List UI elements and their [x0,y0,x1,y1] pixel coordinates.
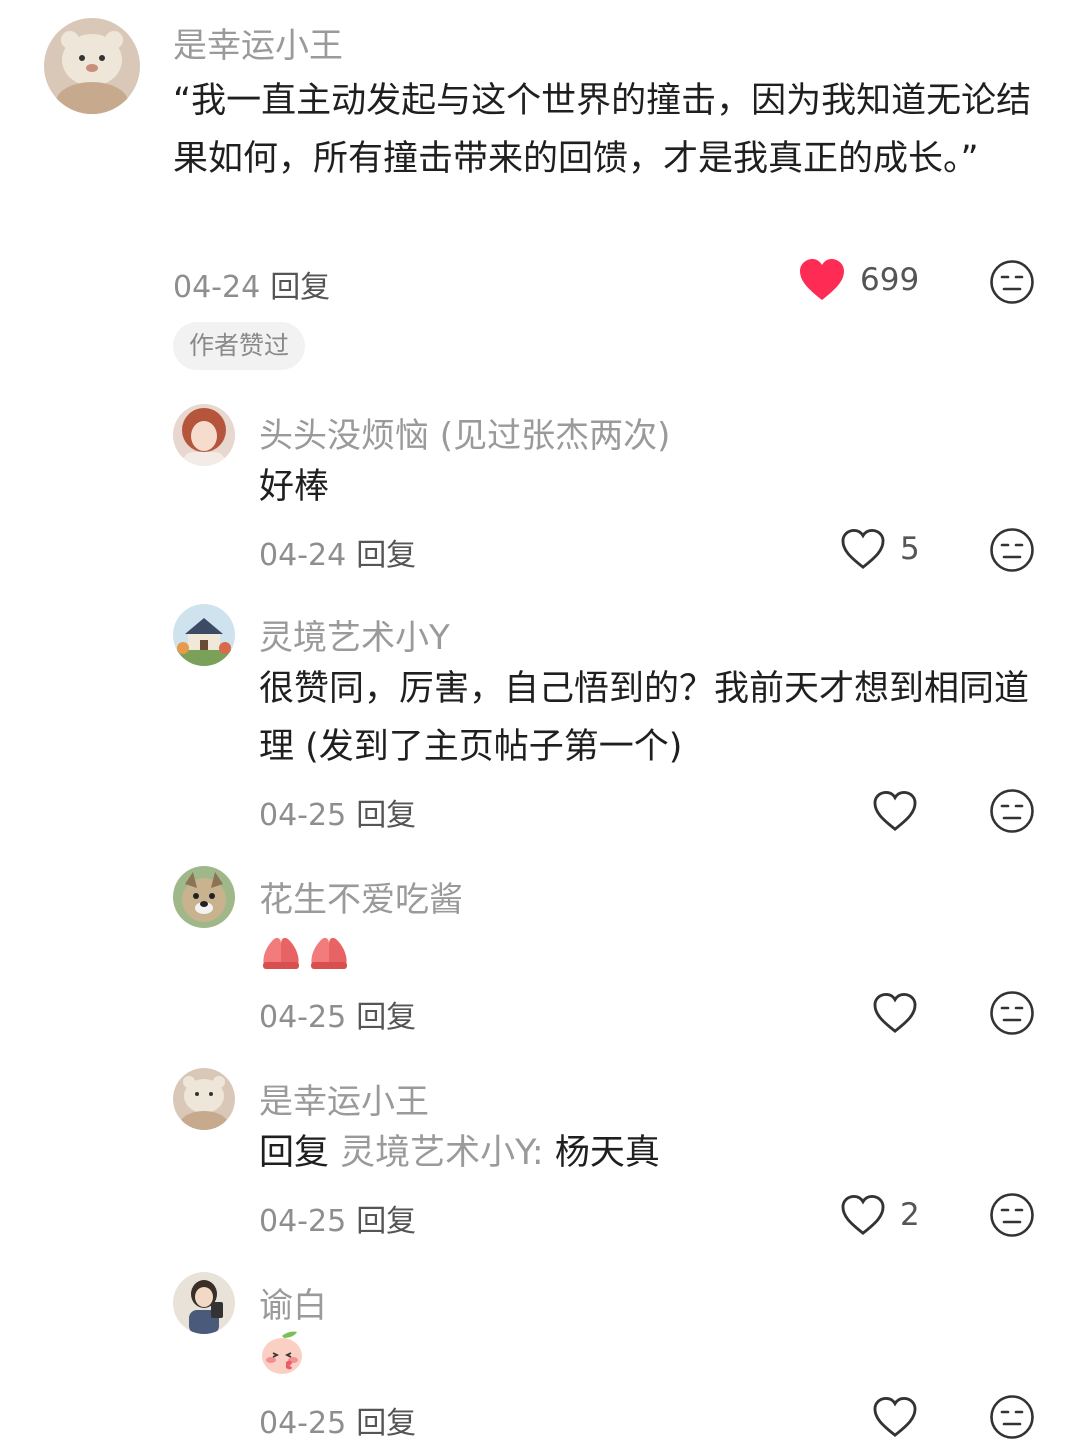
comment-meta: 04-25 回复 [259,790,416,834]
blushing-peach-emoji [259,1328,305,1380]
comment-meta: 04-25 回复 [259,1196,416,1240]
comment-text: 回复 灵境艺术小Y: 杨天真 [259,1124,1039,1182]
reply-item: 花生不爱吃酱 04-25 回复 [0,866,1080,1056]
username[interactable]: 灵境艺术小Y [259,610,450,659]
like-count: 699 [860,262,920,298]
comment-text: “我一直主动发起与这个世界的撞击，因为我知道无论结果如何，所有撞击带来的回馈，才… [173,81,1032,179]
comment-main: 是幸运小王 “我一直主动发起与这个世界的撞击，因为我知道无论结果如何，所有撞击带… [0,0,1080,380]
author-liked-badge: 作者赞过 [173,322,306,370]
comment-date: 04-24 [259,538,347,573]
reply-button[interactable]: 回复 [356,1204,416,1239]
heart-outline-icon [841,1194,885,1235]
like-button[interactable]: 2 [840,1194,920,1236]
reply-button[interactable]: 回复 [356,1406,416,1441]
like-count: 2 [900,1197,920,1233]
comment-meta: 04-24 回复 [173,262,330,306]
praying-hands-emoji [259,930,357,974]
username[interactable]: 是幸运小王 [173,18,343,67]
like-button[interactable]: 699 [798,258,919,302]
dislike-face-icon[interactable] [989,1192,1035,1238]
avatar[interactable] [173,1272,235,1334]
comment-meta: 04-24 回复 [259,530,416,574]
like-button[interactable] [872,1396,932,1438]
comment-date: 04-25 [259,1000,347,1035]
reply-prefix: 回复 [259,1133,330,1173]
reply-button[interactable]: 回复 [270,270,330,305]
dislike-face-icon[interactable] [989,990,1035,1036]
comment-date: 04-25 [259,1406,347,1441]
avatar[interactable] [173,404,235,466]
reply-text: 杨天真 [554,1133,660,1173]
avatar[interactable] [173,604,235,666]
avatar[interactable] [44,18,140,114]
avatar[interactable] [173,1068,235,1130]
avatar[interactable] [173,866,235,928]
heart-outline-icon [873,992,917,1033]
heart-outline-icon [873,1396,917,1437]
reply-button[interactable]: 回复 [356,798,416,833]
username[interactable]: 头头没烦恼 (见过张杰两次) [259,408,670,457]
username[interactable]: 花生不爱吃酱 [259,872,463,921]
heart-filled-icon [800,259,844,300]
reply-button[interactable]: 回复 [356,538,416,573]
comment-meta: 04-25 回复 [259,1398,416,1442]
heart-outline-icon [841,528,885,569]
reply-item: 是幸运小王 回复 灵境艺术小Y: 杨天真 04-25 回复 2 [0,1068,1080,1258]
comment-date: 04-24 [173,270,261,305]
dislike-face-icon[interactable] [989,788,1035,834]
reply-button[interactable]: 回复 [356,1000,416,1035]
like-button[interactable] [872,790,932,832]
like-button[interactable] [872,992,932,1034]
comment-text: 很赞同，厉害，自己悟到的？我前天才想到相同道理 (发到了主页帖子第一个) [259,669,1030,767]
comment-text: 好棒 [259,467,330,507]
reply-item: 头头没烦恼 (见过张杰两次) 好棒 04-24 回复 5 [0,400,1080,590]
reply-item: 灵境艺术小Y 很赞同，厉害，自己悟到的？我前天才想到相同道理 (发到了主页帖子第… [0,604,1080,854]
like-button[interactable]: 5 [840,528,920,570]
dislike-face-icon[interactable] [989,259,1035,305]
reply-target-user[interactable]: 灵境艺术小Y: [340,1133,544,1173]
username[interactable]: 是幸运小王 [259,1074,429,1123]
comment-meta: 04-25 回复 [259,992,416,1036]
dislike-face-icon[interactable] [989,527,1035,573]
comment-date: 04-25 [259,798,347,833]
heart-outline-icon [873,790,917,831]
dislike-face-icon[interactable] [989,1394,1035,1440]
username[interactable]: 谕白 [259,1278,327,1327]
comment-date: 04-25 [259,1204,347,1239]
like-count: 5 [900,531,920,567]
reply-item: 谕白 04-25 回复 [0,1272,1080,1442]
